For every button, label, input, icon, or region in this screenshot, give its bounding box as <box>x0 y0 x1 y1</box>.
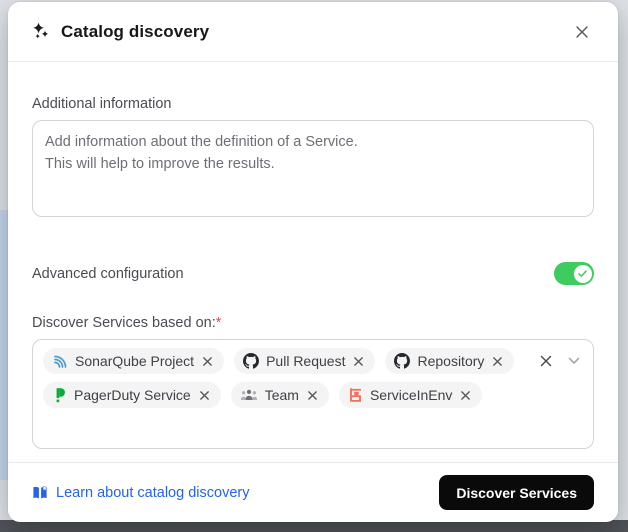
chip-remove-button[interactable] <box>201 355 214 368</box>
selected-chips: SonarQube Project Pull Request <box>43 348 583 408</box>
sonarqube-icon <box>52 353 68 369</box>
chip-remove-button[interactable] <box>306 389 319 402</box>
chip-label: Repository <box>417 353 484 369</box>
chip-pull-request: Pull Request <box>234 348 375 374</box>
open-dropdown-button[interactable] <box>567 355 581 367</box>
additional-info-label: Additional information <box>32 96 594 112</box>
chip-remove-button[interactable] <box>352 355 365 368</box>
chip-pagerduty-service: PagerDuty Service <box>43 382 221 408</box>
modal-title: Catalog discovery <box>61 22 209 42</box>
close-button[interactable] <box>570 20 594 44</box>
check-icon <box>577 268 588 279</box>
backdrop-left-strip <box>0 210 8 480</box>
clear-selection-button[interactable] <box>538 353 554 369</box>
chip-label: SonarQube Project <box>75 353 194 369</box>
advanced-configuration-row: Advanced configuration <box>32 262 594 285</box>
service-in-env-icon <box>348 387 363 403</box>
toggle-thumb <box>574 265 592 283</box>
chip-remove-button[interactable] <box>491 355 504 368</box>
advanced-configuration-label: Advanced configuration <box>32 266 184 282</box>
required-asterisk: * <box>216 315 222 331</box>
discover-services-label: Discover Services based on:* <box>32 315 594 331</box>
select-controls <box>538 353 581 369</box>
chip-label: PagerDuty Service <box>74 387 191 403</box>
modal-body: Additional information Advanced configur… <box>8 62 618 462</box>
chip-team: Team <box>231 382 329 408</box>
modal-footer: Learn about catalog discovery Discover S… <box>8 462 618 522</box>
discover-services-multiselect[interactable]: SonarQube Project Pull Request <box>32 339 594 449</box>
book-icon <box>32 485 48 501</box>
chip-service-in-env: ServiceInEnv <box>339 382 482 408</box>
chip-label: ServiceInEnv <box>370 387 452 403</box>
discover-services-button[interactable]: Discover Services <box>439 475 594 510</box>
team-icon <box>240 388 258 402</box>
additional-info-textarea[interactable] <box>32 120 594 217</box>
discover-services-label-text: Discover Services based on: <box>32 315 216 331</box>
chip-label: Team <box>265 387 299 403</box>
chip-remove-button[interactable] <box>198 389 211 402</box>
chevron-down-icon <box>568 356 580 366</box>
close-icon <box>574 24 590 40</box>
clear-icon <box>539 354 553 368</box>
chip-label: Pull Request <box>266 353 345 369</box>
chip-remove-button[interactable] <box>459 389 472 402</box>
pagerduty-icon <box>52 387 67 403</box>
github-icon <box>243 353 259 369</box>
catalog-discovery-modal: Catalog discovery Additional information… <box>8 2 618 522</box>
github-icon <box>394 353 410 369</box>
chip-sonarqube-project: SonarQube Project <box>43 348 224 374</box>
sparkles-icon <box>32 22 51 41</box>
chip-repository: Repository <box>385 348 514 374</box>
advanced-configuration-toggle[interactable] <box>554 262 594 285</box>
modal-header: Catalog discovery <box>8 2 618 62</box>
learn-link-label: Learn about catalog discovery <box>56 485 249 501</box>
learn-about-catalog-discovery-link[interactable]: Learn about catalog discovery <box>32 485 249 501</box>
